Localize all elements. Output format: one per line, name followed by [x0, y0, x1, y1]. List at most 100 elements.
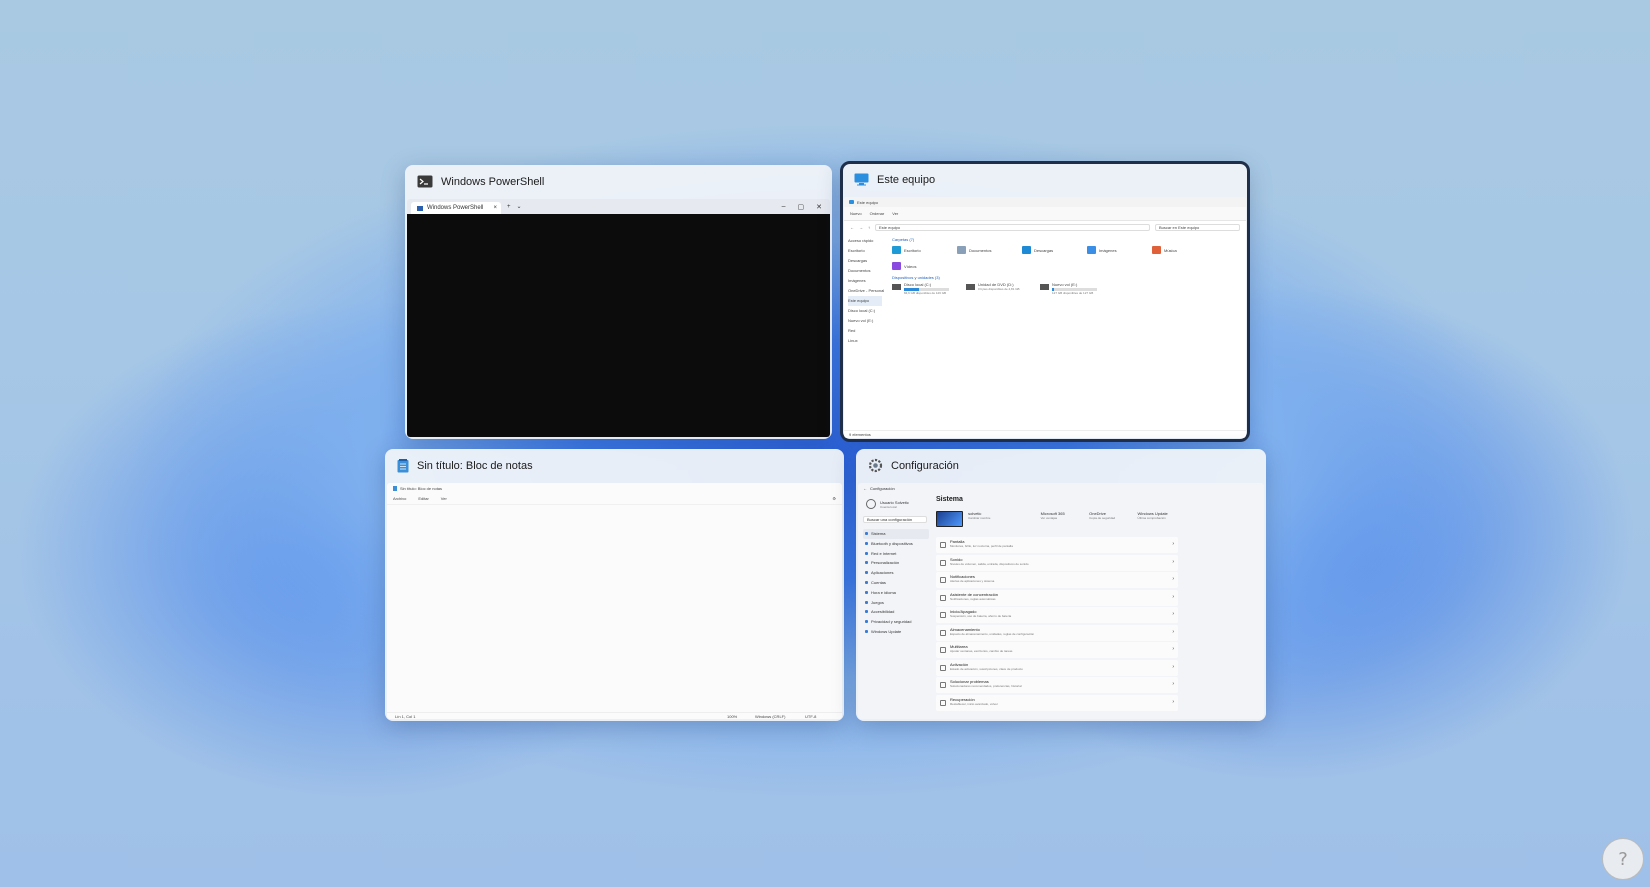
- search-box: Buscar en Este equipo: [1155, 223, 1240, 231]
- list-item: Notificaciones Alertas de aplicaciones y …: [936, 572, 1178, 588]
- nav-item: Bluetooth y dispositivos: [863, 539, 929, 549]
- computer-icon: [854, 173, 869, 186]
- nav-item: Linux: [848, 338, 858, 343]
- drive-item: Nuevo vol (E:) 127 GB disponibles de 127 …: [1040, 282, 1104, 296]
- folder-item: Vídeos: [892, 260, 947, 272]
- cmd-new: Nuevo: [850, 211, 862, 216]
- drives-grid: Disco local (C:) 84,6 GB disponibles de 1…: [892, 282, 1242, 296]
- nav-item: Windows Update: [863, 627, 929, 637]
- cmd-view: Ver: [892, 211, 899, 216]
- wallpaper-thumbnail: [936, 511, 964, 527]
- task-view-notepad[interactable]: Sin título: Bloc de notas Sin título: Bl…: [385, 449, 844, 721]
- card-header: Sin título: Bloc de notas: [385, 449, 844, 482]
- drive-icon: [1040, 284, 1049, 290]
- settings-nav: Sistema Bluetooth y dispositivos Red e I…: [863, 529, 929, 637]
- list-item: Asistente de concentración Notificaciones…: [936, 589, 1178, 606]
- settings-search: Buscar una configuración: [863, 516, 927, 523]
- list-item: Solucionar problemas Solucionadores recom…: [936, 677, 1178, 693]
- gear-icon: [868, 458, 883, 473]
- help-icon[interactable]: ?: [1602, 838, 1644, 880]
- terminal-icon: [417, 175, 433, 188]
- task-view-explorer[interactable]: Este equipo Este equipo Nuevo Ordenar Ve…: [840, 161, 1250, 442]
- explorer-address-row: ← → ↑ Este equipo Buscar en Este equipo: [844, 221, 1246, 233]
- user-profile: Usuario Solvetic Cuenta local: [866, 499, 909, 509]
- nav-item: Juegos: [863, 598, 929, 608]
- folder-icon: [892, 262, 901, 270]
- settings-titlebar: ← Configuración: [863, 485, 895, 491]
- maximize-icon: ▢: [797, 203, 805, 211]
- settings-list: Pantalla Monitores, brillo, luz nocturna,…: [936, 537, 1178, 712]
- nav-item: Descargas: [848, 258, 868, 263]
- list-item: Activación Estado de activación, suscripc…: [936, 659, 1178, 676]
- notepad-icon: [393, 485, 397, 491]
- settings-window: ← Configuración Usuario Solvetic Cuenta l…: [858, 483, 1264, 719]
- window-title: Sin título: Bloc de notas: [417, 459, 533, 472]
- menu-view: Ver: [440, 496, 447, 501]
- terminal-icon: [417, 205, 423, 211]
- nav-item: Disco local (C:): [848, 308, 876, 313]
- close-icon: ✕: [816, 203, 822, 211]
- list-item: Multitarea Ajustar ventanas, escritorios,…: [936, 642, 1178, 658]
- minimize-icon: –: [781, 202, 786, 210]
- nav-item: Sistema: [863, 529, 929, 539]
- nav-item: Personalización: [863, 558, 929, 568]
- nav-item: Red: [848, 328, 856, 333]
- device-summary: solvetic Cambiar nombre Microsoft 365 Ver …: [936, 511, 1181, 531]
- card-header: Configuración: [856, 449, 1266, 482]
- menu-edit: Editar: [418, 496, 429, 501]
- nav-item: Nuevo vol (E:): [848, 318, 874, 323]
- list-item: Recuperación Restablecer, inicio avanzado…: [936, 694, 1178, 711]
- gear-icon: ⚙: [832, 496, 836, 501]
- tab-close-icon: ×: [493, 205, 497, 211]
- explorer-content: Carpetas (7) Escritorio Documentos Desca…: [888, 234, 1246, 430]
- nav-item: Cuentas: [863, 578, 929, 588]
- address-bar: Este equipo: [875, 223, 1150, 231]
- folder-icon: [892, 246, 901, 254]
- task-view-settings[interactable]: Configuración ← Configuración Usuario So…: [856, 449, 1266, 721]
- nav-item: Accesibilidad: [863, 607, 929, 617]
- folder-icon: [1087, 246, 1096, 254]
- folder-icon: [957, 246, 966, 254]
- explorer-status-bar: 9 elementos: [844, 430, 1246, 438]
- card-header: Este equipo: [842, 163, 1248, 196]
- nav-item: Este equipo: [848, 296, 882, 306]
- window-controls: – ▢ ✕: [782, 203, 830, 211]
- folder-item: Documentos: [957, 244, 1012, 256]
- list-item: Sonido Niveles de volumen, salida, entrad…: [936, 554, 1178, 571]
- drive-icon: [892, 284, 901, 290]
- explorer-window: Este equipo Nuevo Ordenar Ver ← → ↑ Este…: [844, 197, 1246, 438]
- tab-menu-icon: ⌄: [516, 204, 522, 210]
- window-title: Windows PowerShell: [441, 175, 545, 188]
- window-thumbnail: Windows PowerShell × + ⌄ – ▢ ✕: [407, 199, 830, 437]
- nav-item: Documentos: [848, 268, 871, 273]
- back-icon: ←: [863, 485, 867, 491]
- folder-item: Imágenes: [1087, 244, 1142, 256]
- drive-item: Unidad de DVD (D:) 0 bytes disponibles de…: [966, 282, 1030, 296]
- nav-item: Acceso rápido: [848, 238, 874, 243]
- terminal-console: [407, 214, 830, 437]
- window-thumbnail: Sin título: Bloc de notas Archivo Editar…: [387, 483, 842, 719]
- terminal-tabbar: Windows PowerShell × + ⌄ – ▢ ✕: [407, 199, 830, 214]
- folder-item: Escritorio: [892, 244, 947, 256]
- nav-item: Aplicaciones: [863, 568, 929, 578]
- folder-icon: [1152, 246, 1161, 254]
- dvd-icon: [966, 284, 975, 290]
- page-title: Sistema: [936, 496, 963, 503]
- notepad-status-bar: Lín 1, Col 1 100% Windows (CRLF) UTF-8: [387, 712, 842, 719]
- explorer-command-bar: Nuevo Ordenar Ver: [844, 207, 1246, 221]
- notepad-menubar: Archivo Editar Ver ⚙: [387, 493, 842, 505]
- folders-grid: Escritorio Documentos Descargas Imágenes…: [892, 244, 1242, 272]
- explorer-nav-pane: Acceso rápido Escritorio Descargas Docum…: [844, 234, 886, 430]
- nav-item: OneDrive - Personal: [848, 288, 885, 293]
- nav-item: Privacidad y seguridad: [863, 617, 929, 627]
- folder-icon: [1022, 246, 1031, 254]
- forward-icon: →: [859, 224, 863, 230]
- task-view-powershell[interactable]: Windows PowerShell Windows PowerShell × …: [405, 165, 832, 439]
- nav-item: Red e Internet: [863, 549, 929, 559]
- notepad-titlebar: Sin título: Bloc de notas: [387, 483, 842, 493]
- menu-file: Archivo: [393, 496, 407, 501]
- list-item: Inicio/Apagado Suspensión, uso de batería…: [936, 607, 1178, 623]
- notepad-icon: [397, 458, 409, 472]
- card-header: Windows PowerShell: [405, 165, 832, 198]
- folder-item: Descargas: [1022, 244, 1077, 256]
